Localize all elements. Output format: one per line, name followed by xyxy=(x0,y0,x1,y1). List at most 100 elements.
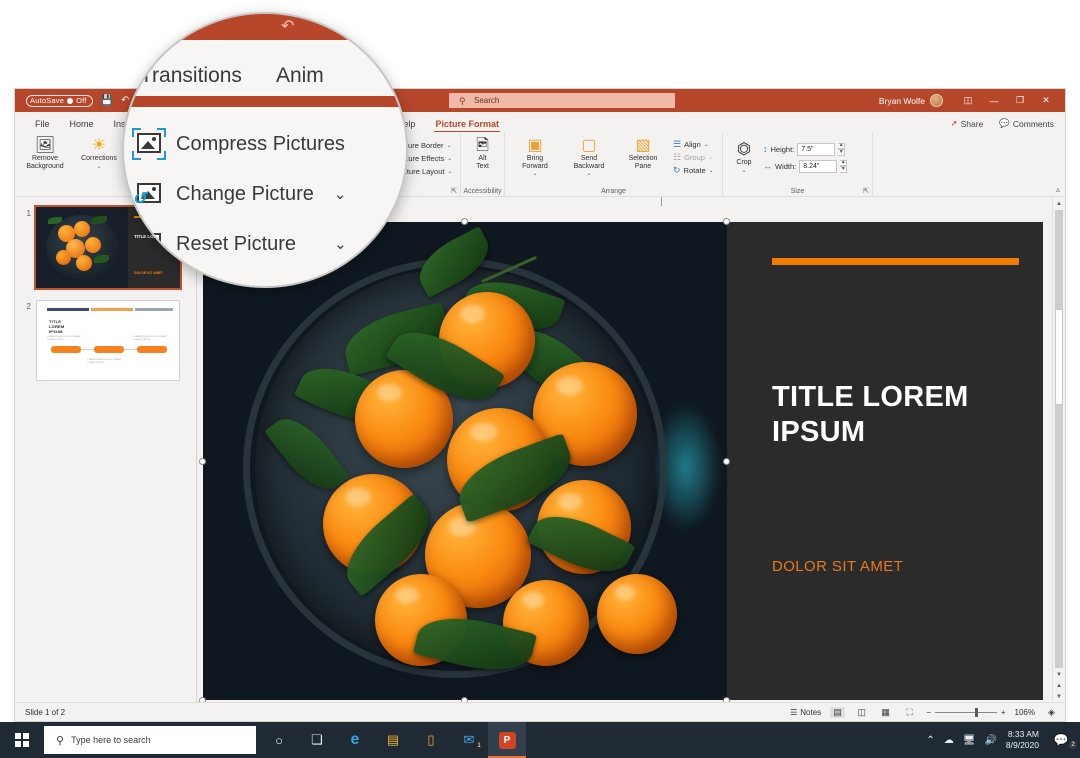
tab-animations[interactable]: Anim xyxy=(276,64,324,88)
fit-to-window-icon[interactable]: ◈ xyxy=(1044,707,1059,718)
windows-start-icon[interactable] xyxy=(0,722,44,758)
ribbon-group-arrange: ▣ Bring Forward ⌄ ▢ Send Backward ⌄ ▧ Se… xyxy=(505,133,723,196)
remove-background-button[interactable]: 🖼 Remove Background xyxy=(19,136,71,170)
selection-handle-tr[interactable] xyxy=(723,218,730,225)
selection-handle-ml[interactable] xyxy=(199,458,206,465)
action-center-icon[interactable]: 💬 2 xyxy=(1048,722,1078,758)
slide-number-2: 2 xyxy=(26,302,31,311)
task-view-icon[interactable]: ❏ xyxy=(298,722,336,758)
powerpoint-icon[interactable]: P xyxy=(488,722,526,758)
slide-subtitle[interactable]: DOLOR SIT AMET xyxy=(772,558,903,575)
zoom-slider[interactable]: − + xyxy=(926,707,1006,717)
cortana-icon[interactable]: ○ xyxy=(260,722,298,758)
share-label: Share xyxy=(960,118,984,129)
chevron-down-icon[interactable]: ⌄ xyxy=(447,155,452,162)
chevron-down-icon[interactable]: ⌄ xyxy=(96,164,101,171)
chevron-down-icon[interactable]: ⌄ xyxy=(334,185,347,203)
zoom-in-button[interactable]: + xyxy=(1001,708,1006,717)
chevron-down-icon[interactable]: ⌄ xyxy=(586,171,591,178)
bring-forward-button[interactable]: ▣ Bring Forward ⌄ xyxy=(509,136,561,178)
tray-chevron-icon[interactable]: ⌃ xyxy=(926,735,934,746)
tab-file[interactable]: File xyxy=(25,120,60,133)
width-stepper[interactable]: ▲ ▼ xyxy=(840,159,848,173)
normal-view-icon[interactable]: ▤ xyxy=(830,706,846,718)
previous-slide-icon[interactable]: ▲ xyxy=(1053,680,1065,691)
slide-thumb-frame-2[interactable]: TITLE LOREM IPSUM LOREM IPSUM DOLOR SIT … xyxy=(36,300,180,381)
autosave-toggle[interactable]: AutoSave Off xyxy=(26,94,93,107)
clock[interactable]: 8:33 AM 8/9/2020 xyxy=(1006,729,1039,750)
slide-indicator: Slide 1 of 2 xyxy=(25,707,66,717)
next-slide-icon[interactable]: ▼ xyxy=(1053,691,1065,702)
alt-text-button[interactable]: 🖻 Alt Text xyxy=(465,136,500,170)
selection-handle-tc[interactable] xyxy=(461,218,468,225)
share-button[interactable]: ➚ Share xyxy=(946,116,989,131)
align-button[interactable]: ☰ Align ⌄ xyxy=(671,138,716,151)
network-icon[interactable]: 🖥 xyxy=(963,735,976,746)
scroll-thumb[interactable] xyxy=(1055,309,1063,405)
save-icon[interactable]: 💾 xyxy=(101,95,113,106)
volume-icon[interactable]: 🔊 xyxy=(984,735,996,746)
slide-title[interactable]: TITLE LOREM IPSUM xyxy=(772,380,1043,451)
ribbon-display-options-icon[interactable]: ◫ xyxy=(955,89,981,112)
onedrive-icon[interactable]: ☁ xyxy=(944,735,954,746)
search-box[interactable]: ⚲ Search xyxy=(449,93,675,108)
send-backward-button[interactable]: ▢ Send Backward ⌄ xyxy=(563,136,615,178)
slide-thumbnail-2[interactable]: 2 TITLE LOREM IPSUM LOREM IPSUM DOLOR SI… xyxy=(15,296,196,389)
slideshow-icon[interactable]: ⛶ xyxy=(902,707,917,718)
selection-pane-button[interactable]: ▧ Selection Pane xyxy=(617,136,669,170)
chevron-down-icon[interactable]: ⌄ xyxy=(709,167,714,174)
mail-icon[interactable]: ✉ 1 xyxy=(450,722,488,758)
avatar[interactable] xyxy=(930,94,943,107)
thumb2-pill-1 xyxy=(51,345,81,353)
edge-icon[interactable]: e xyxy=(336,722,374,758)
microsoft-store-icon[interactable]: ▯ xyxy=(412,722,450,758)
zoom-track[interactable] xyxy=(934,707,997,717)
file-explorer-icon[interactable]: ▤ xyxy=(374,722,412,758)
tab-home[interactable]: Home xyxy=(60,120,104,133)
compress-pictures-item[interactable]: Compress Pictures xyxy=(132,119,406,169)
height-stepper[interactable]: ▲ ▼ xyxy=(838,142,846,156)
tab-picture-format[interactable]: Picture Format xyxy=(425,120,509,133)
slide-canvas[interactable]: TITLE LOREM IPSUM DOLOR SIT AMET xyxy=(199,218,1043,702)
thumb2-caption-3: LOREM IPSUM DOLOR SIT AMET CONSECTETUR xyxy=(87,359,122,365)
reading-view-icon[interactable]: ▦ xyxy=(878,707,893,718)
corrections-button[interactable]: ☀ Corrections ⌄ xyxy=(73,136,125,170)
chevron-down-icon[interactable]: ⌄ xyxy=(704,141,709,148)
picture-styles-dialog-launcher[interactable]: ⇱ xyxy=(451,187,457,195)
rotate-button[interactable]: ↻ Rotate ⌄ xyxy=(671,164,716,177)
zoom-out-button[interactable]: − xyxy=(926,708,931,717)
minimize-button[interactable]: — xyxy=(981,89,1007,112)
scroll-track[interactable] xyxy=(1055,210,1063,668)
height-input[interactable]: 7.5" xyxy=(797,142,836,156)
crop-button[interactable]: ⏣ Crop ⌄ xyxy=(727,140,761,174)
chevron-down-icon[interactable]: ⌄ xyxy=(334,235,347,253)
collapse-ribbon-icon[interactable]: ▵ xyxy=(1056,185,1060,194)
chevron-down-icon[interactable]: ⌄ xyxy=(532,171,537,178)
scroll-up-icon[interactable]: ▲ xyxy=(1053,197,1065,210)
selection-handle-mr[interactable] xyxy=(723,458,730,465)
restore-button[interactable]: ❐ xyxy=(1007,89,1033,112)
size-dialog-launcher[interactable]: ⇱ xyxy=(863,187,869,195)
reset-picture-item[interactable]: ↺ Reset Picture ⌄ xyxy=(132,219,406,269)
close-button[interactable]: ✕ xyxy=(1033,89,1059,112)
chevron-down-icon[interactable]: ⌄ xyxy=(741,168,746,175)
size-fields: ↕ Height: 7.5" ▲ ▼ ↔ Width: 8.24" ▲ ▼ xyxy=(763,140,848,173)
change-picture-item[interactable]: ↺ Change Picture ⌄ xyxy=(132,169,406,219)
magnifier-tabs: Transitions Anim xyxy=(124,64,406,88)
comments-button[interactable]: 💬 Comments xyxy=(994,116,1059,131)
slide-sorter-icon[interactable]: ◫ xyxy=(854,707,869,718)
scroll-down-icon[interactable]: ▼ xyxy=(1053,669,1065,680)
chevron-down-icon[interactable]: ⌄ xyxy=(446,142,451,149)
slide-thumbnail-panel[interactable]: 1 DOLOR SIT AMET 2 TITLE LOREM IPSUM LOR… xyxy=(15,197,197,702)
chevron-down-icon[interactable]: ⌄ xyxy=(447,168,452,175)
editor-vertical-scrollbar[interactable]: ▲ ▼ ▲ ▼ xyxy=(1052,197,1065,702)
user-name[interactable]: Bryan Wolfe xyxy=(879,96,925,106)
taskbar-search-input[interactable]: ⚲ Type here to search xyxy=(44,726,256,754)
notes-button[interactable]: ☰ Notes xyxy=(790,708,821,717)
slide-text-panel[interactable]: TITLE LOREM IPSUM DOLOR SIT AMET xyxy=(727,222,1043,700)
align-icon: ☰ xyxy=(673,139,682,149)
width-input[interactable]: 8.24" xyxy=(799,159,838,173)
slide-picture[interactable] xyxy=(203,222,727,700)
tab-transitions[interactable]: Transitions xyxy=(140,64,242,88)
group-icon: ☷ xyxy=(673,152,682,162)
